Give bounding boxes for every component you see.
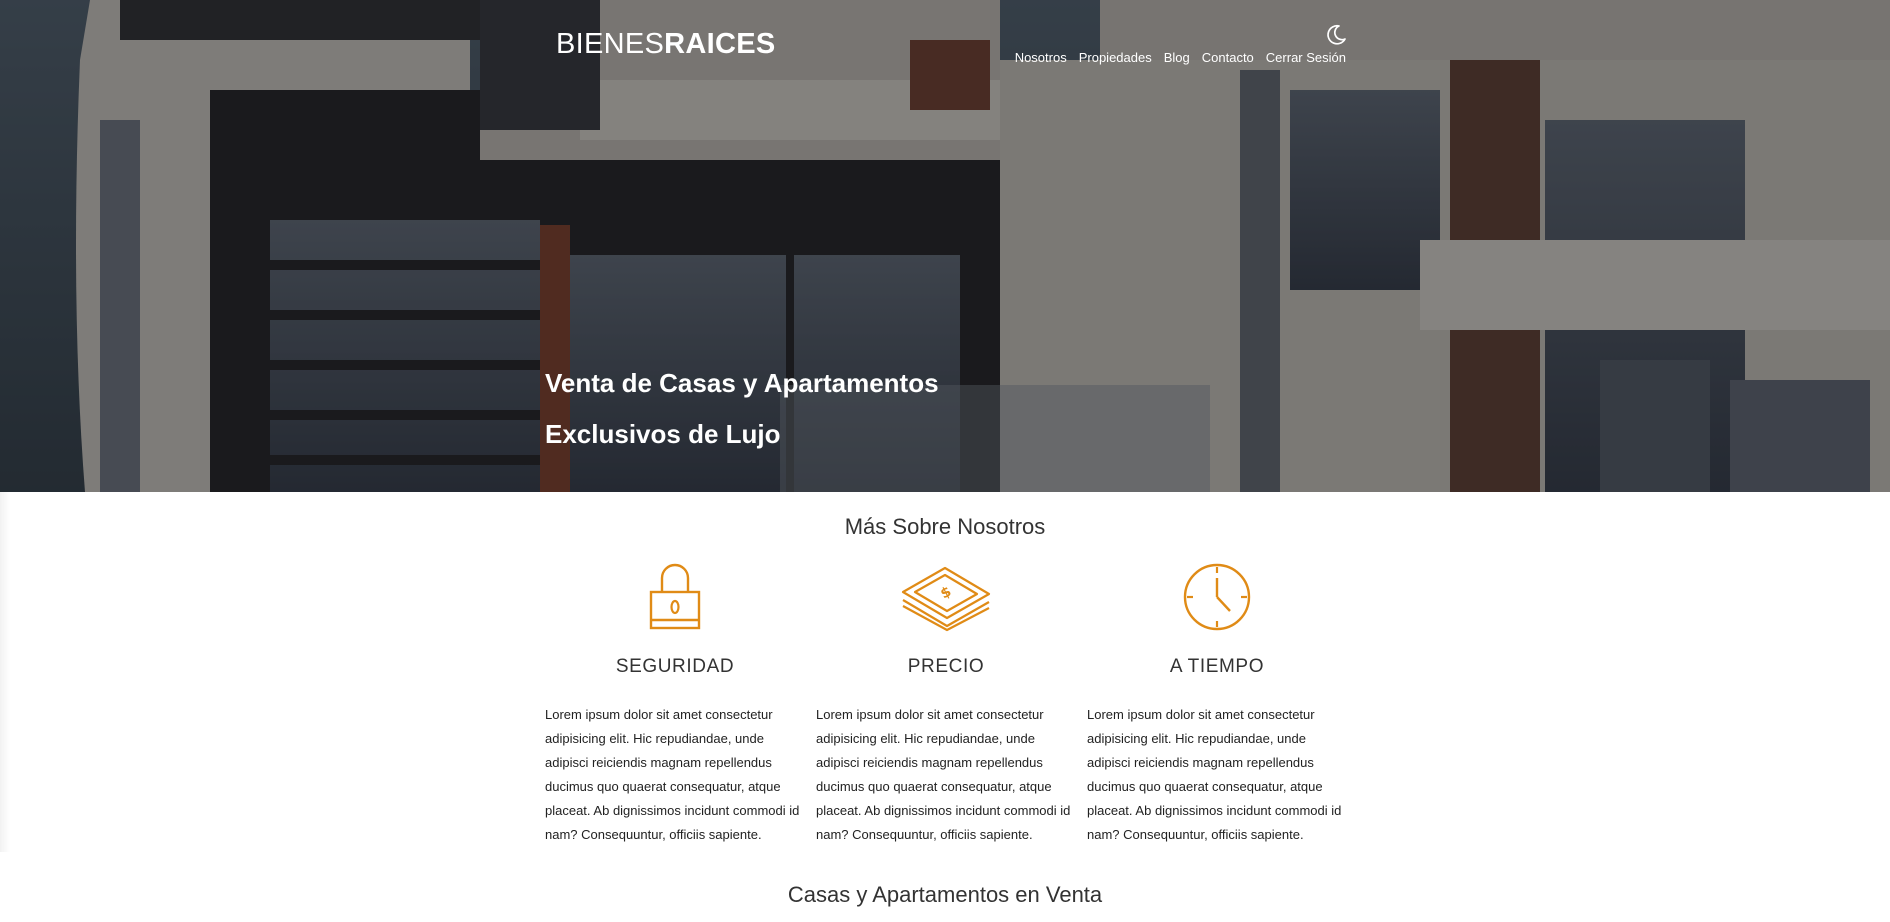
feature-text: Lorem ipsum dolor sit amet consectetur a… [816, 707, 1071, 842]
features-section: SEGURIDAD Lorem ipsum dolor sit amet con… [545, 562, 1345, 852]
about-section-title: Más Sobre Nosotros [844, 514, 1046, 539]
properties-section-title: Casas y Apartamentos en Venta [787, 882, 1103, 907]
feature-text: Lorem ipsum dolor sit amet consectetur a… [545, 707, 800, 842]
svg-text:$: $ [938, 584, 954, 603]
money-stack-icon: $ [901, 566, 991, 632]
hero-heading: Venta de Casas y Apartamentos Exclusivos… [545, 358, 965, 460]
hero-header: BIENESRAICES Nosotros Propiedades Blog C… [0, 0, 1890, 492]
logo-bold-text: RAICES [664, 28, 776, 60]
nav-link-cerrar-sesion[interactable]: Cerrar Sesión [1266, 50, 1346, 66]
hero-heading-line-2: Exclusivos de Lujo [545, 419, 781, 449]
site-logo[interactable]: BIENESRAICES [556, 26, 776, 62]
feature-text: Lorem ipsum dolor sit amet consectetur a… [1087, 707, 1342, 842]
feature-title: A TIEMPO [1169, 656, 1265, 677]
moon-icon[interactable] [1324, 23, 1348, 47]
padlock-icon [649, 563, 701, 630]
logo-light-text: BIENES [556, 28, 665, 60]
feature-title: SEGURIDAD [615, 656, 735, 677]
feature-title: PRECIO [907, 656, 985, 677]
nav-link-nosotros[interactable]: Nosotros [1015, 50, 1067, 66]
hero-heading-line-1: Venta de Casas y Apartamentos [545, 368, 939, 398]
nav-link-propiedades[interactable]: Propiedades [1079, 50, 1152, 66]
main-navigation: Nosotros Propiedades Blog Contacto Cerra… [1015, 50, 1346, 66]
left-edge-shadow [0, 492, 10, 852]
nav-link-blog[interactable]: Blog [1164, 50, 1190, 66]
clock-icon [1183, 563, 1251, 631]
nav-link-contacto[interactable]: Contacto [1202, 50, 1254, 66]
